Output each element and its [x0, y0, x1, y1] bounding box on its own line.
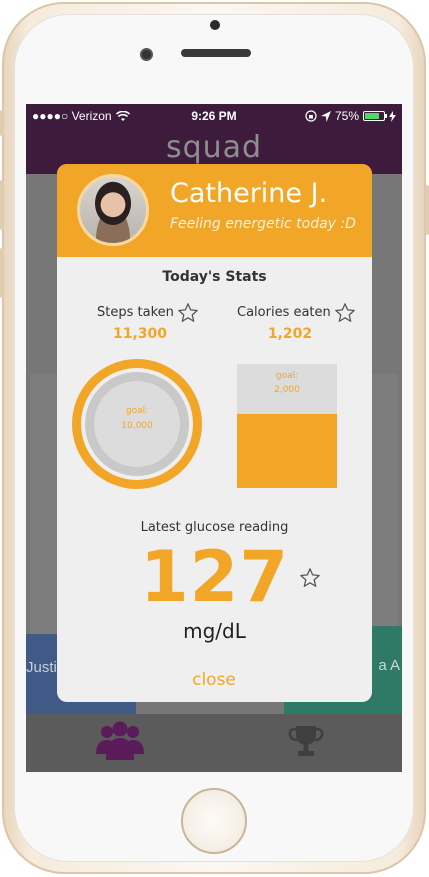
avatar [77, 174, 149, 246]
steps-value: 11,300 [112, 326, 168, 342]
modal-header: Catherine J. Feeling energetic today :D [57, 164, 372, 257]
user-status: Feeling energetic today :D [170, 216, 356, 232]
lock-rotation-icon [305, 110, 317, 122]
front-camera [140, 48, 153, 61]
calories-value: 1,202 [267, 326, 313, 342]
glucose-star-icon[interactable] [299, 567, 321, 589]
calories-label: Calories eaten [237, 305, 331, 320]
battery-icon [363, 111, 387, 121]
steps-goal-value: 10,000 [121, 421, 153, 431]
battery-level [365, 113, 379, 119]
status-right: 75% [305, 109, 396, 123]
home-button[interactable] [181, 788, 247, 854]
calories-goal-value: 2,000 [274, 385, 300, 395]
steps-label: Steps taken [97, 305, 174, 320]
calories-goal: goal: 2,000 [237, 369, 337, 397]
glucose-label: Latest glucose reading [140, 520, 289, 535]
power-button [425, 185, 429, 235]
calories-star-icon[interactable] [334, 302, 356, 324]
close-button[interactable]: close [164, 670, 264, 690]
volume-down-button [0, 248, 4, 298]
steps-star-icon[interactable] [177, 302, 199, 324]
trophy-icon[interactable] [288, 724, 324, 758]
volume-up-button [0, 180, 4, 230]
steps-goal-label: goal: [125, 406, 149, 416]
app-title: squad [165, 130, 263, 165]
stats-title: Today's Stats [162, 269, 267, 285]
background-member-name-left: Justi [26, 659, 57, 676]
earpiece-speaker [181, 49, 251, 57]
battery-percent: 75% [334, 109, 359, 123]
calories-bar-fill [237, 413, 337, 488]
calories-goal-label: goal: [275, 371, 299, 381]
user-stats-modal: Catherine J. Feeling energetic today :D … [57, 164, 372, 702]
sensor-dot [210, 20, 220, 30]
background-member-name-right: a A [378, 657, 400, 674]
charging-icon [389, 110, 396, 122]
location-icon [320, 110, 331, 122]
steps-goal: goal: 10,000 [72, 404, 202, 434]
glucose-value: 127 [139, 536, 290, 618]
squad-group-icon[interactable] [94, 720, 146, 762]
tab-bar [26, 714, 402, 772]
user-name: Catherine J. [170, 178, 328, 209]
mute-switch [0, 110, 4, 136]
glucose-unit: mg/dL [183, 619, 246, 643]
status-bar: ●●●●○ Verizon 9:26 PM 75% [26, 104, 402, 128]
screen: ●●●●○ Verizon 9:26 PM 75% squad Justi a … [26, 104, 402, 772]
